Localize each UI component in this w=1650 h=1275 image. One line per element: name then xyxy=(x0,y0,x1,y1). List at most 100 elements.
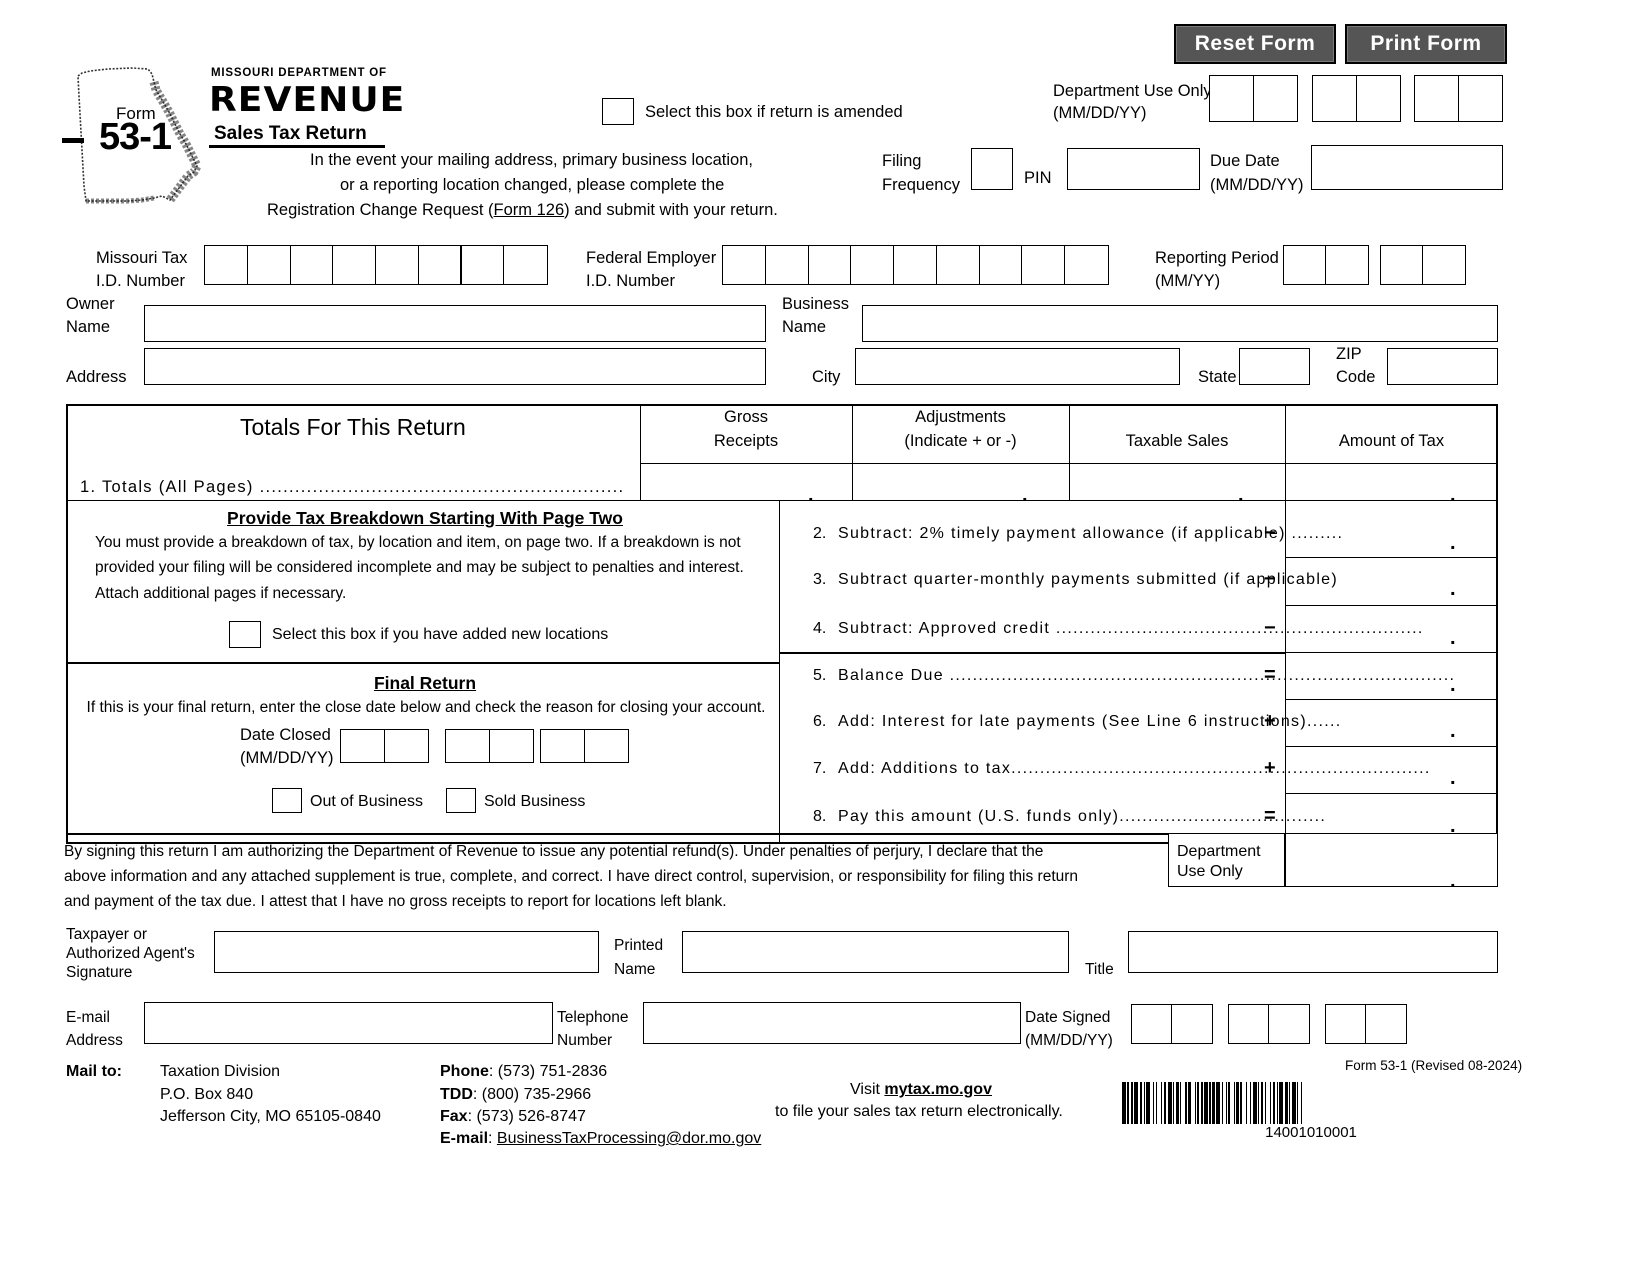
tdd-contact-label: TDD xyxy=(440,1086,473,1103)
zip-code-input[interactable] xyxy=(1387,348,1498,385)
date-signed-label-line1: Date Signed xyxy=(1025,1009,1111,1026)
due-date-label-line1: Due Date xyxy=(1210,152,1280,170)
out-of-business-checkbox[interactable] xyxy=(272,788,302,813)
signature-label-line3: Signature xyxy=(66,964,133,981)
date-closed-label-line2: (MM/DD/YY) xyxy=(240,749,334,767)
missouri-tax-id-cells[interactable] xyxy=(204,245,548,285)
col-header-adjustments-line2: (Indicate + or -) xyxy=(904,432,1017,450)
line-6-operator: + xyxy=(1264,710,1276,732)
line-3-number: 3. xyxy=(813,571,827,588)
date-closed-dd-cells[interactable] xyxy=(445,729,534,763)
perjury-statement-line1: By signing this return I am authorizing … xyxy=(64,843,1044,860)
email-contact-colon: : xyxy=(488,1130,497,1147)
printed-name-label-line1: Printed xyxy=(614,937,664,954)
dept-use-yy-cells[interactable] xyxy=(1414,75,1503,122)
dor-logo-revenue-text: REVENUE xyxy=(209,80,406,120)
amended-return-label: Select this box if return is amended xyxy=(645,103,903,121)
tdd-contact-value: : (800) 735-2966 xyxy=(472,1086,592,1103)
reporting-period-label-line2: (MM/YY) xyxy=(1155,272,1221,290)
address-change-instruction-line1: In the event your mailing address, prima… xyxy=(310,151,753,169)
department-use-only-format: (MM/DD/YY) xyxy=(1053,104,1147,122)
title-label: Title xyxy=(1085,961,1114,978)
dept-use-only-box-label-line1: Department xyxy=(1177,843,1261,860)
sold-business-checkbox[interactable] xyxy=(446,788,476,813)
dept-use-only-decimal: . xyxy=(1450,870,1456,892)
business-name-input[interactable] xyxy=(862,305,1498,342)
perjury-statement-line2: above information and any attached suppl… xyxy=(64,868,1079,885)
telephone-input[interactable] xyxy=(643,1002,1021,1044)
line-4-label: Subtract: Approved credit ..............… xyxy=(838,620,1424,637)
line-7-operator: + xyxy=(1264,757,1276,779)
final-return-instruction: If this is your final return, enter the … xyxy=(86,699,766,716)
city-label: City xyxy=(812,368,841,386)
dept-use-mm-cells[interactable] xyxy=(1209,75,1298,122)
department-use-only-amount-box[interactable] xyxy=(1285,833,1498,887)
line1-gross-decimal: . xyxy=(808,484,814,506)
address-label: Address xyxy=(66,368,127,386)
date-signed-mm-cells[interactable] xyxy=(1131,1004,1213,1044)
mail-address-line1: Taxation Division xyxy=(160,1063,281,1080)
line-5-amount-decimal: . xyxy=(1450,674,1456,696)
pin-input[interactable] xyxy=(1067,148,1200,190)
date-signed-yy-cells[interactable] xyxy=(1325,1004,1407,1044)
reporting-period-mm-cells[interactable] xyxy=(1283,245,1369,285)
col-header-amount-of-tax: Amount of Tax xyxy=(1338,432,1445,450)
totals-line1-rule xyxy=(66,500,1498,501)
department-use-only-label: Department Use Only xyxy=(1053,82,1212,100)
new-locations-checkbox[interactable] xyxy=(229,621,261,648)
date-closed-mm-cells[interactable] xyxy=(340,729,429,763)
signature-input[interactable] xyxy=(214,931,599,973)
date-signed-dd-cells[interactable] xyxy=(1228,1004,1310,1044)
filing-frequency-label-line1: Filing xyxy=(882,152,922,170)
mail-address-line2: P.O. Box 840 xyxy=(160,1086,254,1103)
due-date-input[interactable] xyxy=(1311,145,1503,190)
line-4-number: 4. xyxy=(813,620,827,637)
mytax-link[interactable]: mytax.mo.gov xyxy=(884,1081,992,1098)
email-contact-line: E-mail: BusinessTaxProcessing@dor.mo.gov xyxy=(440,1130,761,1148)
email-label-line1: E-mail xyxy=(66,1009,110,1026)
state-input[interactable] xyxy=(1239,348,1310,385)
filing-frequency-input[interactable] xyxy=(971,148,1013,190)
reporting-period-yy-cells[interactable] xyxy=(1380,245,1466,285)
title-input[interactable] xyxy=(1128,931,1498,973)
breakdown-paragraph-line1: You must provide a breakdown of tax, by … xyxy=(95,534,741,551)
col-header-gross-line2: Receipts xyxy=(713,432,779,450)
instruction-suffix: ) and submit with your return. xyxy=(564,201,778,219)
date-closed-label-line1: Date Closed xyxy=(240,726,331,744)
email-label-line2: Address xyxy=(66,1032,123,1049)
email-contact-label: E-mail xyxy=(440,1130,489,1147)
line-3-amount-decimal: . xyxy=(1450,578,1456,600)
line-2-operator: − xyxy=(1264,522,1276,544)
totals-midsection-divider xyxy=(779,500,780,844)
form-126-link[interactable]: Form 126 xyxy=(494,201,565,219)
missouri-tax-id-label-line2: I.D. Number xyxy=(96,272,185,290)
amended-return-checkbox[interactable] xyxy=(602,98,634,125)
line-6-amount-decimal: . xyxy=(1450,720,1456,742)
col-header-adjustments-line1: Adjustments xyxy=(915,408,1006,426)
print-form-button[interactable]: Print Form xyxy=(1345,24,1507,64)
dept-use-dd-cells[interactable] xyxy=(1312,75,1401,122)
perjury-statement-line3: and payment of the tax due. I attest tha… xyxy=(64,893,727,910)
line-2-amount-decimal: . xyxy=(1450,532,1456,554)
city-input[interactable] xyxy=(855,348,1180,385)
totals-header-rule xyxy=(640,463,1498,464)
phone-contact-value: : (573) 751-2836 xyxy=(488,1063,608,1080)
owner-name-label-line2: Name xyxy=(66,318,111,336)
form-dash-mark xyxy=(62,138,84,143)
email-contact-link[interactable]: BusinessTaxProcessing@dor.mo.gov xyxy=(497,1130,761,1147)
address-input[interactable] xyxy=(144,348,766,385)
date-signed-label-line2: (MM/DD/YY) xyxy=(1025,1032,1113,1049)
amount-cell-rule-4 xyxy=(1285,699,1498,700)
line-5-number: 5. xyxy=(813,667,827,684)
email-input[interactable] xyxy=(144,1002,553,1044)
reset-form-button[interactable]: Reset Form xyxy=(1174,24,1336,64)
printed-name-input[interactable] xyxy=(682,931,1069,973)
col-header-taxable-sales: Taxable Sales xyxy=(1125,432,1229,450)
visit-prefix-label: Visit xyxy=(850,1081,885,1098)
owner-name-input[interactable] xyxy=(144,305,766,342)
final-return-heading: Final Return xyxy=(373,673,477,693)
totals-title: Totals For This Return xyxy=(240,414,466,440)
federal-employer-id-cells[interactable] xyxy=(722,245,1109,285)
date-closed-yy-cells[interactable] xyxy=(540,729,629,763)
telephone-label-line1: Telephone xyxy=(557,1009,629,1026)
